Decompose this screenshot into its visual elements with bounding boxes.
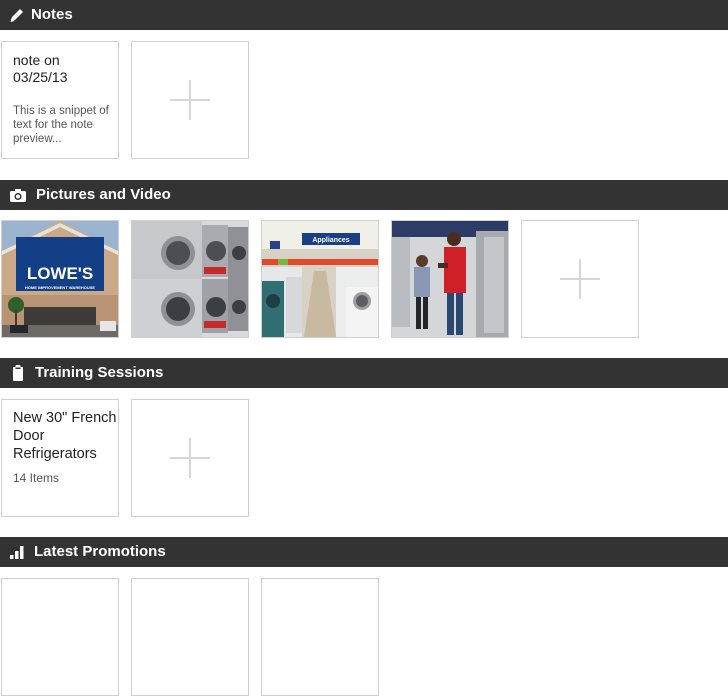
note-card[interactable]: note on 03/25/13 This is a snippet of te… — [1, 41, 119, 159]
section-title: Pictures and Video — [36, 186, 171, 203]
add-note-button[interactable] — [131, 41, 249, 159]
pictures-header: Pictures and Video — [0, 180, 728, 210]
store-sign-subtext: HOME IMPROVEMENT WAREHOUSE — [25, 285, 96, 290]
pencil-icon — [10, 9, 23, 22]
training-header: Training Sessions — [0, 358, 728, 388]
promotions-header: Latest Promotions — [0, 537, 728, 567]
training-session-card[interactable]: New 30" French Door Refrigerators 14 Ite… — [1, 399, 119, 517]
note-snippet: This is a snippet of text for the note p… — [13, 105, 109, 145]
plus-icon — [170, 80, 210, 120]
aisle-sign-text: Appliances — [312, 237, 349, 244]
associate-with-customer-photo[interactable] — [391, 220, 509, 338]
store-sign-text: LOWE'S — [27, 264, 93, 283]
note-title: note on 03/25/13 — [13, 52, 68, 85]
promotion-card[interactable] — [131, 578, 249, 696]
appliance-aisle-photo[interactable]: Appliances — [261, 220, 379, 338]
clipboard-icon — [13, 365, 23, 381]
plus-icon — [560, 259, 600, 299]
section-title: Training Sessions — [35, 364, 164, 381]
notes-header: Notes — [0, 0, 728, 30]
promotion-card[interactable] — [261, 578, 379, 696]
store-front-photo[interactable]: LOWE'S HOME IMPROVEMENT WAREHOUSE — [1, 220, 119, 338]
washer-dryer-stack-photo[interactable] — [131, 220, 249, 338]
session-item-count: 14 Items — [13, 471, 60, 485]
add-media-button[interactable] — [521, 220, 639, 338]
promotion-card[interactable] — [1, 578, 119, 696]
add-training-session-button[interactable] — [131, 399, 249, 517]
camera-icon — [10, 189, 26, 202]
session-title: New 30" French Door Refrigerators — [13, 410, 117, 462]
section-title: Notes — [31, 6, 73, 23]
plus-icon — [170, 438, 210, 478]
bar-chart-icon — [10, 546, 24, 559]
section-title: Latest Promotions — [34, 543, 166, 560]
